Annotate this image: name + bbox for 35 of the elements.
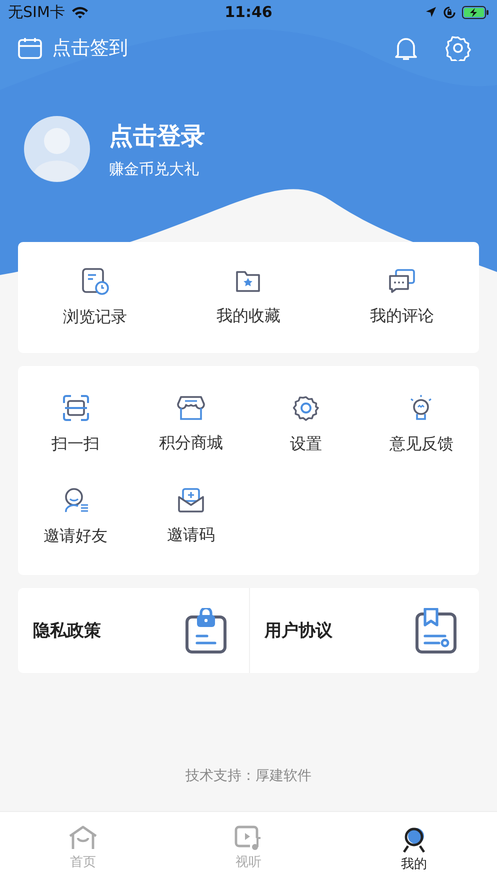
avatar[interactable] — [24, 116, 90, 182]
history-icon — [80, 267, 109, 295]
service-item[interactable]: 邀请好友 — [18, 486, 134, 548]
location-icon — [425, 6, 437, 18]
service-item[interactable]: 邀请码 — [133, 487, 248, 546]
envelope-plus-icon — [176, 487, 205, 514]
carrier-text: 无SIM卡 — [8, 2, 65, 22]
store-icon — [176, 394, 205, 421]
profile-subtitle: 赚金币兑大礼 — [109, 160, 200, 178]
shortcut-item[interactable]: 浏览记录 — [18, 267, 172, 328]
wifi-icon — [70, 6, 89, 18]
service-item[interactable]: 扫一扫 — [18, 394, 134, 455]
status-time: 11:46 — [224, 3, 272, 21]
calendar-icon[interactable] — [18, 37, 42, 59]
footer-text: 技术支持：厚建软件 — [186, 768, 312, 784]
video-music-icon — [233, 825, 264, 851]
clipboard-lock-icon — [184, 608, 226, 654]
shortcut-item[interactable]: 我的收藏 — [172, 268, 326, 327]
service-item[interactable]: 意见反馈 — [364, 394, 479, 455]
document-link[interactable]: 用户协议 — [248, 588, 479, 673]
settings-icon — [292, 394, 320, 422]
folder-star-icon — [234, 268, 262, 294]
house-icon — [68, 825, 98, 851]
notification-icon[interactable] — [395, 36, 417, 60]
chat-bubbles-icon — [388, 268, 416, 294]
tab[interactable]: 我的 — [331, 812, 497, 883]
rotation-lock-icon — [443, 6, 456, 18]
service-item[interactable]: 积分商城 — [133, 394, 248, 454]
shortcut-item[interactable]: 我的评论 — [325, 268, 479, 327]
service-item[interactable]: 设置 — [248, 394, 364, 455]
settings-icon[interactable] — [445, 35, 471, 61]
clipboard-bookmark-icon — [415, 608, 457, 654]
battery-charging-icon — [462, 6, 489, 18]
scan-icon — [62, 394, 90, 422]
document-link[interactable]: 隐私政策 — [18, 588, 248, 673]
